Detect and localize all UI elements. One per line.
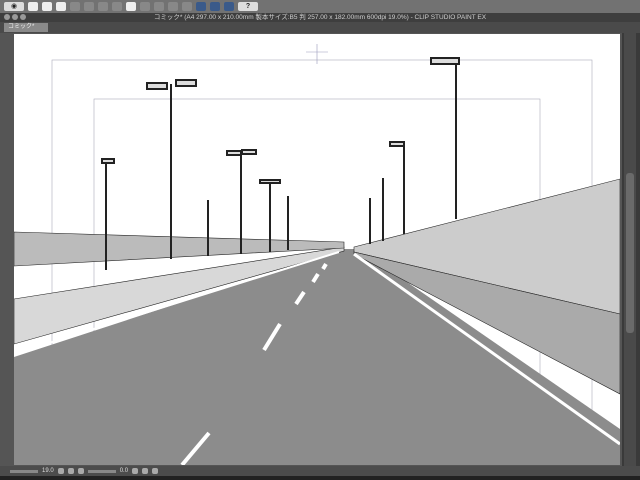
- view-icon[interactable]: ◉: [4, 2, 24, 11]
- tab-bar: [0, 22, 640, 33]
- window-controls: [4, 14, 26, 20]
- road-illustration: [14, 44, 620, 465]
- scrollbar-thumb[interactable]: [626, 173, 634, 333]
- vertical-scrollbar[interactable]: [624, 33, 636, 466]
- tab-comic[interactable]: コミック*: [4, 23, 48, 32]
- maximize-icon[interactable]: [20, 14, 26, 20]
- redo-icon[interactable]: [84, 2, 94, 11]
- rotate-right-icon[interactable]: [142, 468, 149, 474]
- canvas[interactable]: [14, 34, 620, 465]
- save-icon[interactable]: [56, 2, 66, 11]
- window-title: コミック* (A4 297.00 x 210.00mm 製本サイズ:B5 判 2…: [0, 13, 640, 22]
- clear-icon[interactable]: [154, 2, 164, 11]
- toolbar: ◉ ?: [0, 0, 640, 13]
- snap-special-icon[interactable]: [224, 2, 234, 11]
- layer-icon[interactable]: [168, 2, 178, 11]
- rotation-value[interactable]: 0.0: [120, 468, 128, 474]
- snap-ruler-icon[interactable]: [196, 2, 206, 11]
- fill-icon[interactable]: [126, 2, 136, 11]
- zoom-out-icon[interactable]: [57, 468, 64, 474]
- help-icon[interactable]: ?: [238, 2, 258, 11]
- selection-icon[interactable]: [98, 2, 108, 11]
- open-file-icon[interactable]: [42, 2, 52, 11]
- mask-icon[interactable]: [182, 2, 192, 11]
- zoom-in-icon[interactable]: [67, 468, 74, 474]
- close-icon[interactable]: [4, 14, 10, 20]
- undo-icon[interactable]: [70, 2, 80, 11]
- flip-icon[interactable]: [152, 468, 159, 474]
- status-bar: 19.0 0.0: [0, 466, 640, 476]
- new-file-icon[interactable]: [28, 2, 38, 11]
- rotation-slider[interactable]: [87, 469, 116, 473]
- snap-grid-icon[interactable]: [210, 2, 220, 11]
- fit-view-icon[interactable]: [77, 468, 84, 474]
- fit-icon[interactable]: [140, 2, 150, 11]
- zoom-value[interactable]: 19.0: [42, 468, 54, 474]
- desktop-strip: [0, 476, 640, 480]
- zoom-slider[interactable]: [10, 469, 38, 473]
- tab-label: コミック*: [8, 24, 35, 30]
- transform-icon[interactable]: [112, 2, 122, 11]
- minimize-icon[interactable]: [12, 14, 18, 20]
- rotate-left-icon[interactable]: [132, 468, 139, 474]
